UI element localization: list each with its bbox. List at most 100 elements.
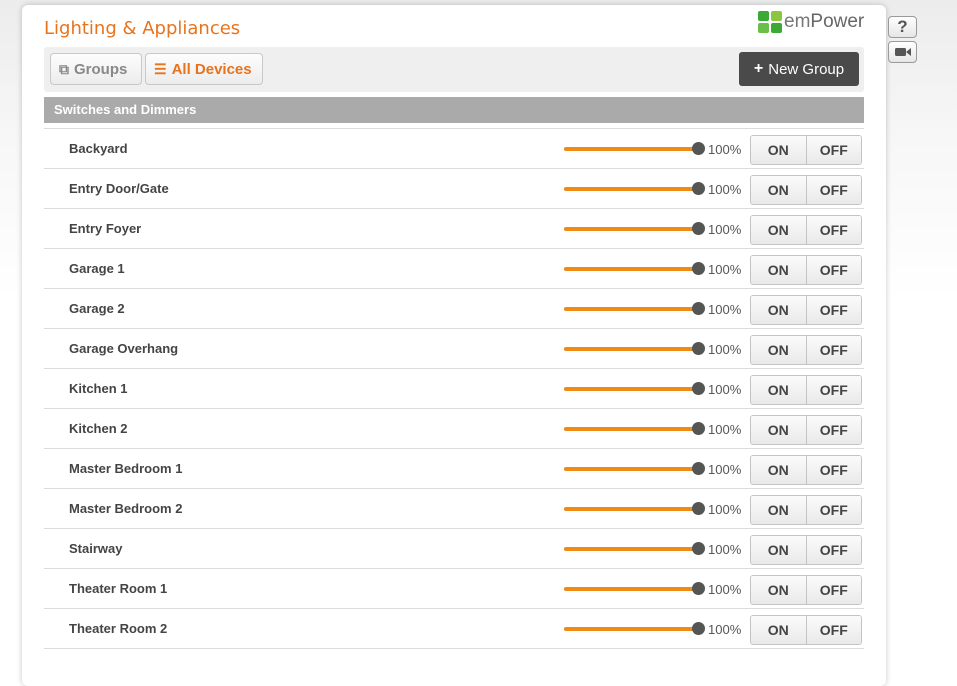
- dimmer-slider[interactable]: [564, 342, 705, 356]
- on-button[interactable]: ON: [751, 416, 806, 444]
- slider-thumb[interactable]: [692, 462, 705, 475]
- dimmer-slider[interactable]: [564, 262, 705, 276]
- device-row: Garage Overhang 100% ON OFF: [44, 329, 864, 369]
- off-button[interactable]: OFF: [805, 176, 861, 204]
- new-group-label: New Group: [768, 60, 845, 78]
- device-name: Theater Room 2: [69, 621, 168, 636]
- toolbar: ⧉ Groups ☰ All Devices + New Group: [44, 47, 864, 92]
- dimmer-level: 100%: [708, 582, 742, 597]
- slider-fill: [564, 467, 699, 471]
- slider-thumb[interactable]: [692, 142, 705, 155]
- off-button[interactable]: OFF: [805, 496, 861, 524]
- off-button[interactable]: OFF: [805, 416, 861, 444]
- dimmer-slider[interactable]: [564, 302, 705, 316]
- empower-logo-mark-icon: [758, 11, 782, 33]
- slider-thumb[interactable]: [692, 502, 705, 515]
- device-name: Kitchen 2: [69, 421, 128, 436]
- slider-fill: [564, 547, 699, 551]
- slider-fill: [564, 267, 699, 271]
- device-row: Master Bedroom 2 100% ON OFF: [44, 489, 864, 529]
- slider-fill: [564, 347, 699, 351]
- off-button[interactable]: OFF: [805, 576, 861, 604]
- dimmer-slider[interactable]: [564, 222, 705, 236]
- on-button[interactable]: ON: [751, 536, 806, 564]
- on-off-toggle: ON OFF: [750, 295, 862, 325]
- off-button[interactable]: OFF: [805, 296, 861, 324]
- slider-thumb[interactable]: [692, 262, 705, 275]
- device-name: Garage 2: [69, 301, 125, 316]
- section-header: Switches and Dimmers: [44, 97, 864, 123]
- tab-groups[interactable]: ⧉ Groups: [50, 53, 142, 85]
- slider-thumb[interactable]: [692, 302, 705, 315]
- dimmer-slider[interactable]: [564, 622, 705, 636]
- on-off-toggle: ON OFF: [750, 255, 862, 285]
- slider-fill: [564, 387, 699, 391]
- device-name: Backyard: [69, 141, 128, 156]
- device-row: Entry Door/Gate 100% ON OFF: [44, 169, 864, 209]
- device-name: Garage 1: [69, 261, 125, 276]
- device-name: Kitchen 1: [69, 381, 128, 396]
- slider-thumb[interactable]: [692, 382, 705, 395]
- tab-groups-label: Groups: [74, 60, 128, 78]
- off-button[interactable]: OFF: [805, 376, 861, 404]
- on-button[interactable]: ON: [751, 336, 806, 364]
- on-off-toggle: ON OFF: [750, 575, 862, 605]
- on-button[interactable]: ON: [751, 136, 806, 164]
- list-icon: ☰: [154, 60, 167, 77]
- slider-thumb[interactable]: [692, 422, 705, 435]
- slider-thumb[interactable]: [692, 542, 705, 555]
- dimmer-slider[interactable]: [564, 382, 705, 396]
- device-row: Master Bedroom 1 100% ON OFF: [44, 449, 864, 489]
- device-row: Kitchen 2 100% ON OFF: [44, 409, 864, 449]
- off-button[interactable]: OFF: [805, 616, 861, 644]
- on-button[interactable]: ON: [751, 376, 806, 404]
- on-off-toggle: ON OFF: [750, 175, 862, 205]
- on-button[interactable]: ON: [751, 256, 806, 284]
- dimmer-slider[interactable]: [564, 582, 705, 596]
- on-button[interactable]: ON: [751, 216, 806, 244]
- device-name: Garage Overhang: [69, 341, 179, 356]
- on-button[interactable]: ON: [751, 496, 806, 524]
- device-name: Entry Foyer: [69, 221, 142, 236]
- dimmer-level: 100%: [708, 182, 742, 197]
- on-off-toggle: ON OFF: [750, 335, 862, 365]
- slider-fill: [564, 227, 699, 231]
- dimmer-slider[interactable]: [564, 422, 705, 436]
- dimmer-level: 100%: [708, 262, 742, 277]
- help-button[interactable]: ?: [888, 16, 917, 38]
- dimmer-slider[interactable]: [564, 182, 705, 196]
- off-button[interactable]: OFF: [805, 216, 861, 244]
- off-button[interactable]: OFF: [805, 536, 861, 564]
- on-button[interactable]: ON: [751, 616, 806, 644]
- on-button[interactable]: ON: [751, 296, 806, 324]
- dimmer-slider[interactable]: [564, 502, 705, 516]
- help-icon: ?: [897, 17, 908, 36]
- on-button[interactable]: ON: [751, 176, 806, 204]
- slider-thumb[interactable]: [692, 222, 705, 235]
- dimmer-slider[interactable]: [564, 542, 705, 556]
- slider-thumb[interactable]: [692, 622, 705, 635]
- dimmer-slider[interactable]: [564, 462, 705, 476]
- dimmer-level: 100%: [708, 302, 742, 317]
- on-off-toggle: ON OFF: [750, 455, 862, 485]
- off-button[interactable]: OFF: [805, 136, 861, 164]
- page-title: Lighting & Appliances: [44, 18, 241, 39]
- slider-thumb[interactable]: [692, 182, 705, 195]
- device-name: Theater Room 1: [69, 581, 168, 596]
- off-button[interactable]: OFF: [805, 456, 861, 484]
- on-button[interactable]: ON: [751, 456, 806, 484]
- device-name: Master Bedroom 2: [69, 501, 183, 516]
- slider-thumb[interactable]: [692, 342, 705, 355]
- slider-thumb[interactable]: [692, 582, 705, 595]
- off-button[interactable]: OFF: [805, 256, 861, 284]
- on-off-toggle: ON OFF: [750, 215, 862, 245]
- off-button[interactable]: OFF: [805, 336, 861, 364]
- slider-fill: [564, 507, 699, 511]
- new-group-button[interactable]: + New Group: [739, 52, 859, 86]
- dimmer-level: 100%: [708, 382, 742, 397]
- on-button[interactable]: ON: [751, 576, 806, 604]
- dimmer-level: 100%: [708, 142, 742, 157]
- video-button[interactable]: [888, 41, 917, 63]
- dimmer-slider[interactable]: [564, 142, 705, 156]
- tab-all-devices[interactable]: ☰ All Devices: [145, 53, 263, 85]
